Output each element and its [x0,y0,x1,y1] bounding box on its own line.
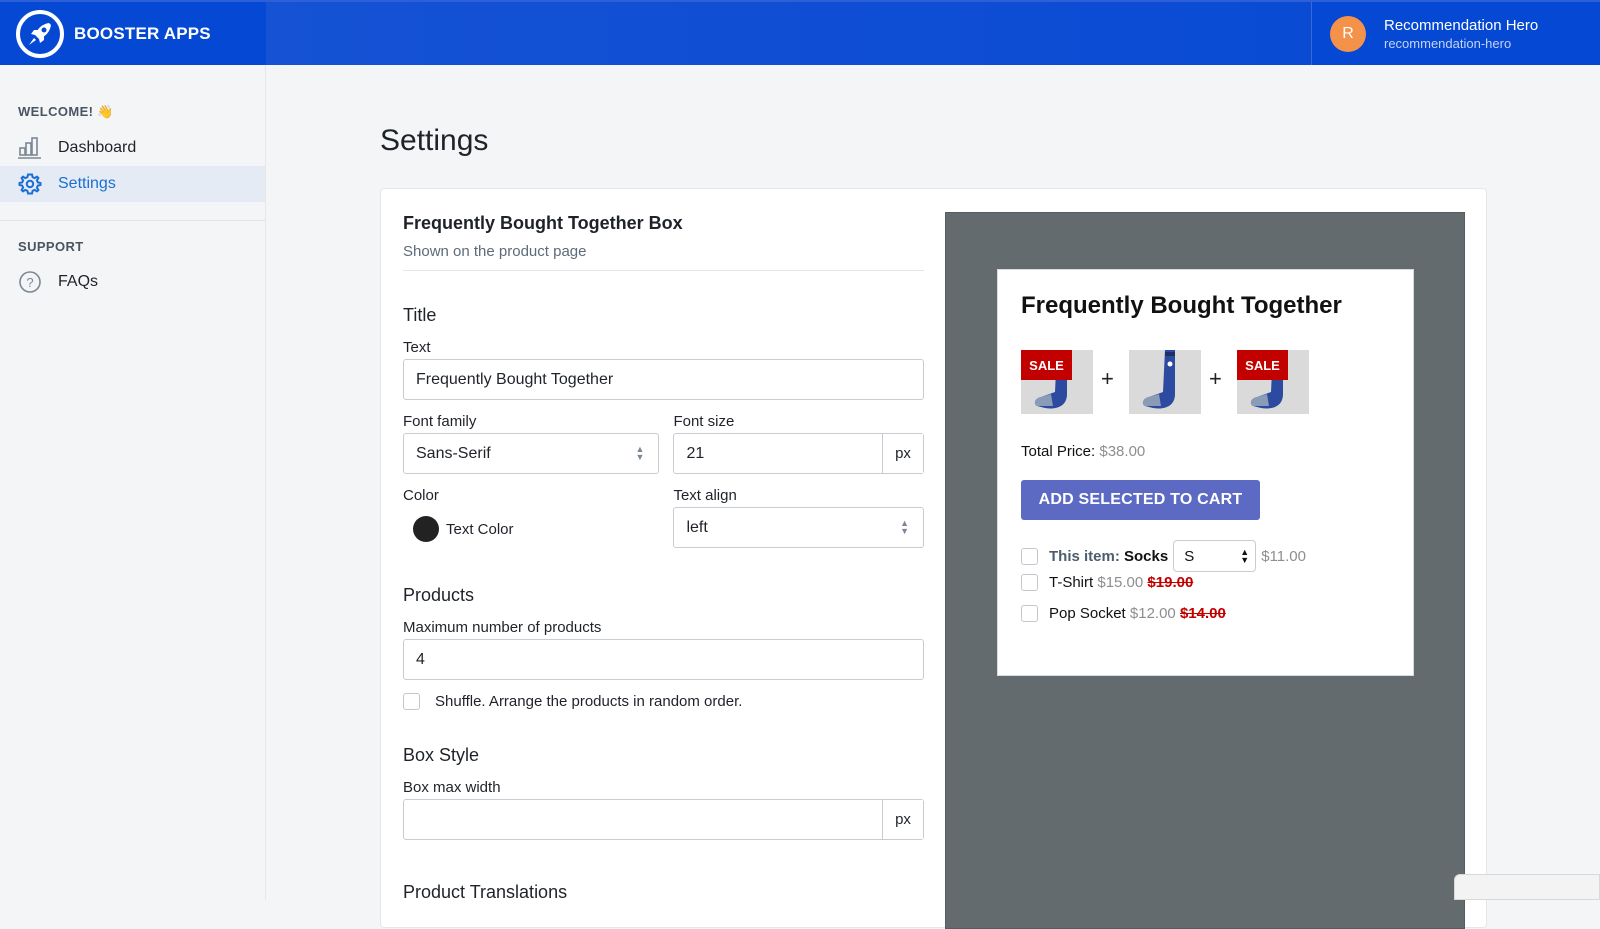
total-value: $38.00 [1099,443,1146,460]
color-swatch[interactable] [413,516,439,542]
section-title: Frequently Bought Together Box [403,213,683,233]
box-style-heading: Box Style [403,745,480,765]
shuffle-checkbox[interactable] [403,693,420,710]
sidebar: WELCOME! 👋 Dashboard Settings SUPPORT ? … [0,65,266,900]
total-label: Total Price: [1021,443,1096,460]
brand-name: BOOSTER APPS [74,23,211,43]
font-family-label: Font family [403,413,477,430]
fbt-item: T-Shirt $15.00 $19.00 [1021,574,1193,591]
add-selected-to-cart-button[interactable]: ADD SELECTED TO CART [1021,480,1260,520]
sidebar-item-label: Settings [58,175,116,192]
fbt-item: Pop Socket $12.00 $14.00 [1021,605,1226,622]
gear-icon [18,172,42,196]
font-size-value: 21 [686,444,705,462]
sale-badge: SALE [1021,350,1072,380]
box-max-width-label: Box max width [403,779,501,796]
bar-chart-icon [18,136,42,160]
item-name: Pop Socket [1049,605,1126,622]
max-products-input[interactable]: 4 [403,639,924,680]
item-checkbox[interactable] [1021,605,1038,622]
item-checkbox[interactable] [1021,547,1038,565]
font-family-select[interactable]: Sans-Serif ▲ ▼ [403,433,660,474]
variant-value: S [1184,547,1195,565]
color-picker[interactable]: Text Color [413,516,659,542]
variant-select[interactable]: S ▲ ▼ [1173,540,1257,572]
sidebar-divider [0,220,265,221]
account-name: Recommendation Hero [1384,16,1539,34]
product-image[interactable] [1129,350,1201,414]
product-image[interactable]: SALE [1021,350,1093,414]
item-compare-price: $14.00 [1179,605,1226,622]
shuffle-label: Shuffle. Arrange the products in random … [435,693,743,710]
item-compare-price: $19.00 [1147,574,1194,591]
font-family-value: Sans-Serif [416,444,491,462]
select-arrows-icon: ▲ ▼ [635,444,645,462]
brand[interactable]: BOOSTER APPS [0,2,266,65]
max-products-label: Maximum number of products [403,619,602,636]
sidebar-item-settings[interactable]: Settings [0,166,265,202]
select-arrows-icon: ▲ ▼ [900,518,909,536]
products-group-heading: Products [403,585,475,605]
fbt-title: Frequently Bought Together [1021,292,1342,319]
sidebar-item-faqs[interactable]: ? FAQs [0,264,265,300]
box-max-width-input[interactable]: px [403,799,924,840]
title-text-input[interactable]: Frequently Bought Together [403,359,924,400]
section-subtitle: Shown on the product page [403,243,924,271]
account-handle: recommendation-hero [1384,35,1512,51]
color-label: Color [403,487,439,504]
welcome-heading: WELCOME! 👋 [18,104,115,119]
support-heading: SUPPORT [18,239,84,254]
item-price: $15.00 [1097,574,1144,591]
top-bar: BOOSTER APPS R Recommendation Hero recom… [0,0,1600,65]
product-image[interactable]: SALE [1237,350,1309,414]
svg-text:?: ? [26,275,33,290]
fbt-item: This item: Socks S ▲ ▼ $11.00 [1021,540,1306,572]
item-checkbox[interactable] [1021,574,1038,591]
font-size-unit: px [882,434,923,473]
item-name: Socks [1124,547,1169,565]
color-swatch-label: Text Color [446,520,514,538]
settings-card: Frequently Bought Together Box Shown on … [380,188,1487,929]
total-price: Total Price: $38.00 [1021,443,1145,460]
plus-sign: + [1209,366,1222,391]
rocket-logo-icon [16,9,64,58]
text-label: Text [403,339,431,356]
sidebar-item-label: FAQs [58,273,99,290]
box-max-width-unit: px [882,800,923,839]
font-size-input[interactable]: 21 px [673,433,924,474]
question-circle-icon: ? [18,270,42,294]
fbt-widget-preview: Frequently Bought Together SALE + + SALE… [997,269,1414,676]
plus-sign: + [1101,366,1114,391]
top-bar-spacer [266,2,1311,65]
shuffle-option[interactable]: Shuffle. Arrange the products in random … [403,693,924,710]
this-item-prefix: This item: [1049,547,1120,565]
sidebar-item-dashboard[interactable]: Dashboard [0,130,265,166]
select-arrows-icon: ▲ ▼ [1240,547,1250,565]
account-menu[interactable]: R Recommendation Hero recommendation-her… [1311,2,1600,65]
font-size-label: Font size [673,413,735,430]
item-price: $12.00 [1129,605,1176,622]
avatar: R [1330,15,1366,52]
text-align-value: left [686,518,708,536]
sale-badge: SALE [1237,350,1288,380]
sidebar-item-label: Dashboard [58,139,137,156]
page-title: Settings [380,124,489,157]
text-align-select[interactable]: left ▲ ▼ [673,507,924,548]
item-price: $11.00 [1261,547,1306,565]
floating-panel-edge [1454,874,1600,900]
preview-panel: Frequently Bought Together SALE + + SALE… [945,212,1465,929]
item-name: T-Shirt [1049,574,1094,591]
settings-form: Frequently Bought Together Box Shown on … [403,189,924,903]
text-align-label: Text align [673,487,737,504]
sock-image [1142,350,1175,409]
title-group-heading: Title [403,305,437,325]
